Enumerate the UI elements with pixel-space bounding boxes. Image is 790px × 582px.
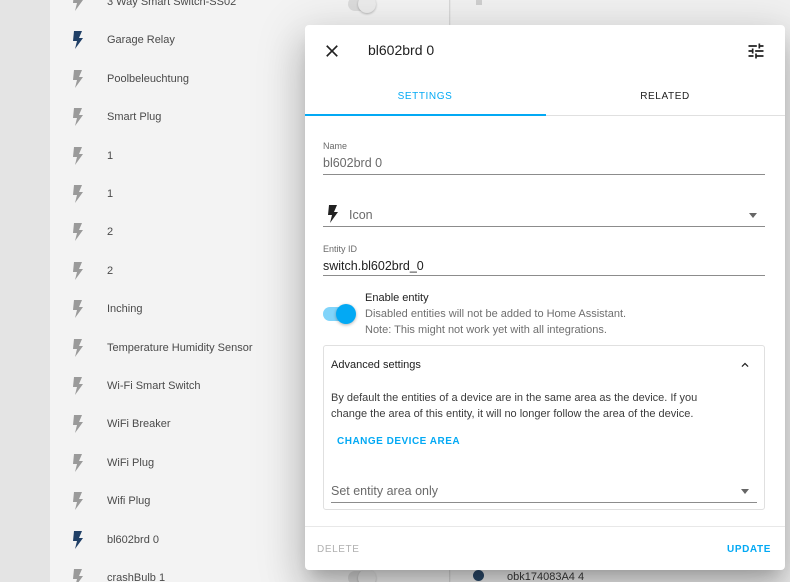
list-item-label: Poolbeleuchtung [107, 72, 189, 85]
tab-related[interactable]: RELATED [545, 77, 785, 116]
dialog-title: bl602brd 0 [368, 42, 435, 58]
enable-entity-note: Note: This might not work yet with all i… [365, 324, 607, 336]
flash-icon [73, 415, 83, 434]
list-item-label: Wi-Fi Smart Switch [107, 380, 201, 392]
advanced-help-text-2: change the area of this entity, it will … [331, 408, 694, 420]
list-item-label: Inching [107, 303, 143, 316]
chevron-up-icon[interactable] [738, 358, 752, 372]
list-item-label: Smart Plug [107, 111, 162, 124]
tab-settings[interactable]: SETTINGS [305, 77, 545, 116]
update-button[interactable]: UPDATE [727, 544, 771, 555]
entity-id-underline [323, 275, 765, 276]
advanced-settings-header[interactable]: Advanced settings [331, 359, 421, 371]
enable-entity-toggle[interactable] [323, 304, 356, 324]
close-icon [326, 45, 338, 57]
advanced-options-button[interactable] [746, 41, 766, 61]
flash-icon [73, 146, 83, 165]
flash-icon [328, 205, 338, 223]
flash-icon [73, 492, 83, 511]
list-item-label: WiFi Breaker [107, 418, 171, 431]
flash-icon [73, 530, 83, 549]
flash-icon [73, 31, 83, 50]
list-item-label: 3 Way Smart Switch-SS02 [107, 0, 237, 8]
flash-icon [73, 453, 83, 472]
list-item-label: 2 [107, 226, 114, 239]
partial-icon [476, 0, 482, 5]
flash-icon [73, 300, 83, 319]
list-item-label: Garage Relay [107, 34, 175, 47]
flash-icon [73, 261, 83, 280]
dialog-footer: DELETE UPDATE [305, 526, 785, 570]
flash-icon [73, 108, 83, 127]
dialog-tabs: SETTINGS RELATED [305, 77, 785, 116]
sidebar-background [0, 0, 50, 582]
list-item-label: bl602brd 0 [107, 533, 159, 546]
advanced-help-text: By default the entities of a device are … [331, 392, 698, 404]
advanced-settings-panel: Advanced settings By default the entitie… [323, 345, 765, 510]
list-item-label: WiFi Plug [107, 456, 155, 469]
delete-button[interactable]: DELETE [317, 544, 360, 555]
list-item-label: Wifi Plug [107, 495, 151, 508]
list-item[interactable]: 3 Way Smart Switch-SS02 [50, 0, 450, 21]
area-select-underline [331, 502, 757, 503]
flash-icon [73, 223, 83, 242]
flash-icon [73, 0, 83, 11]
icon-field-underline [323, 226, 765, 227]
flash-icon [73, 377, 83, 395]
flash-icon [73, 69, 83, 88]
area-select[interactable]: Set entity area only [331, 484, 438, 498]
enable-entity-description: Disabled entities will not be added to H… [365, 308, 627, 320]
list-item-label: 1 [107, 149, 114, 162]
flash-icon [73, 185, 83, 203]
list-item-label: 2 [107, 264, 114, 277]
entity-toggle[interactable] [348, 0, 376, 13]
area-dropdown-arrow-icon[interactable] [741, 489, 749, 494]
active-tab-indicator [305, 114, 546, 116]
status-dot-icon [473, 570, 484, 581]
list-item-label: 1 [107, 188, 114, 200]
entity-settings-dialog: bl602brd 0 SETTINGS RELATED Name bl602br… [305, 25, 785, 570]
flash-icon [73, 569, 83, 582]
dialog-header: bl602brd 0 [305, 25, 785, 77]
close-button[interactable] [322, 41, 342, 61]
entity-id-field[interactable]: switch.bl602brd_0 [323, 259, 424, 273]
enable-entity-title: Enable entity [365, 292, 429, 304]
icon-dropdown-arrow-icon[interactable] [749, 213, 757, 218]
list-item-label: Temperature Humidity Sensor [107, 341, 253, 354]
flash-icon [73, 338, 83, 357]
icon-picker-input[interactable]: Icon [349, 208, 373, 222]
entity-toggle[interactable] [348, 569, 376, 582]
name-field-underline [323, 174, 765, 175]
name-field[interactable]: bl602brd 0 [323, 156, 382, 170]
change-device-area-button[interactable]: CHANGE DEVICE AREA [337, 436, 460, 447]
name-field-label: Name [323, 141, 348, 151]
entity-name-partial: obk174083A4 4 [507, 571, 585, 582]
list-item-label: crashBulb 1 [107, 572, 166, 582]
toggle-thumb [336, 304, 356, 324]
entity-id-label: Entity ID [323, 244, 358, 254]
tune-icon [748, 43, 764, 59]
